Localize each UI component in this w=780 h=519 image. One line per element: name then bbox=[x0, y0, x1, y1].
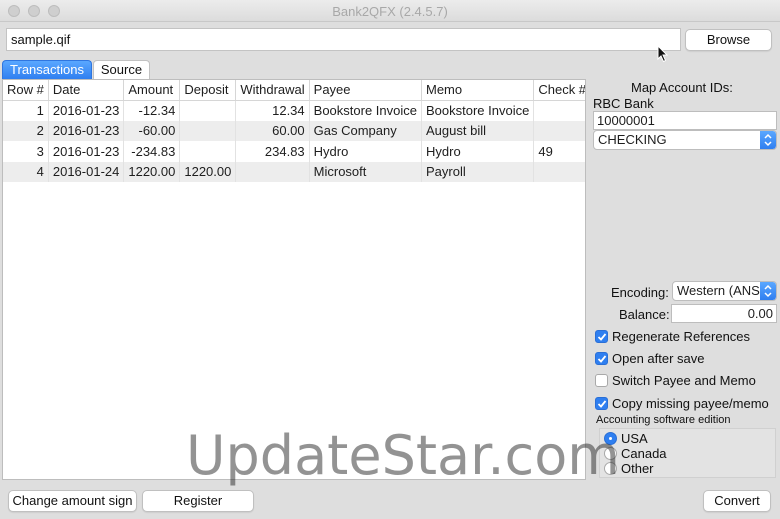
col-header-row-num[interactable]: Row # bbox=[3, 80, 49, 101]
encoding-select[interactable]: Western (ANSI) bbox=[672, 281, 777, 301]
open-after-save-label: Open after save bbox=[612, 351, 705, 366]
encoding-value: Western (ANSI) bbox=[677, 283, 768, 298]
cell-row-num: 4 bbox=[3, 161, 49, 182]
cell-amount: 1220.00 bbox=[123, 161, 181, 182]
cell-memo: Payroll bbox=[421, 161, 535, 182]
cell-memo: Hydro bbox=[421, 141, 535, 162]
edition-usa-label: USA bbox=[621, 431, 648, 446]
account-type-value: CHECKING bbox=[598, 132, 667, 147]
select-arrows-icon bbox=[760, 131, 776, 149]
edition-other-label: Other bbox=[621, 461, 654, 476]
regenerate-references-checkbox[interactable] bbox=[595, 330, 608, 343]
title-bar: Bank2QFX (2.4.5.7) bbox=[0, 0, 780, 22]
balance-input[interactable]: 0.00 bbox=[671, 304, 777, 323]
table-header-row: Row # Date Amount Deposit Withdrawal Pay… bbox=[3, 80, 585, 101]
cell-date: 2016-01-23 bbox=[48, 120, 125, 141]
cell-memo: August bill bbox=[421, 120, 535, 141]
cell-date: 2016-01-23 bbox=[48, 100, 125, 121]
cell-withdrawal: 12.34 bbox=[235, 100, 310, 121]
cell-deposit bbox=[179, 141, 237, 162]
cell-deposit bbox=[179, 120, 237, 141]
table-row[interactable]: 1 2016-01-23 -12.34 12.34 Bookstore Invo… bbox=[3, 100, 585, 121]
tab-source[interactable]: Source bbox=[93, 60, 150, 79]
cell-check: 49 bbox=[533, 141, 585, 162]
col-header-deposit[interactable]: Deposit bbox=[179, 80, 237, 101]
table-row[interactable]: 2 2016-01-23 -60.00 60.00 Gas Company Au… bbox=[3, 120, 585, 141]
cell-memo: Bookstore Invoice bbox=[421, 100, 535, 121]
cell-withdrawal: 60.00 bbox=[235, 120, 310, 141]
cell-withdrawal: 234.83 bbox=[235, 141, 310, 162]
change-amount-sign-button[interactable]: Change amount sign bbox=[8, 490, 137, 512]
cell-row-num: 1 bbox=[3, 100, 49, 121]
table-row[interactable]: 4 2016-01-24 1220.00 1220.00 Microsoft P… bbox=[3, 161, 585, 182]
account-type-select[interactable]: CHECKING bbox=[593, 130, 777, 150]
cell-payee: Hydro bbox=[309, 141, 423, 162]
browse-button[interactable]: Browse bbox=[685, 29, 772, 51]
switch-payee-memo-checkbox[interactable] bbox=[595, 374, 608, 387]
convert-button[interactable]: Convert bbox=[703, 490, 771, 512]
cell-amount: -12.34 bbox=[123, 100, 181, 121]
window-title: Bank2QFX (2.4.5.7) bbox=[332, 4, 448, 19]
col-header-payee[interactable]: Payee bbox=[309, 80, 423, 101]
cell-check bbox=[533, 120, 585, 141]
cell-row-num: 3 bbox=[3, 141, 49, 162]
cell-deposit bbox=[179, 100, 237, 121]
copy-missing-payee-checkbox[interactable] bbox=[595, 397, 608, 410]
regenerate-references-label: Regenerate References bbox=[612, 329, 751, 344]
cell-payee: Bookstore Invoice bbox=[309, 100, 423, 121]
select-arrows-icon bbox=[760, 282, 776, 300]
account-id-input[interactable]: 10000001 bbox=[593, 111, 777, 130]
col-header-memo[interactable]: Memo bbox=[421, 80, 535, 101]
cell-withdrawal bbox=[235, 161, 310, 182]
open-after-save-checkbox[interactable] bbox=[595, 352, 608, 365]
cell-deposit: 1220.00 bbox=[179, 161, 237, 182]
col-header-amount[interactable]: Amount bbox=[123, 80, 181, 101]
edition-canada-label: Canada bbox=[621, 446, 667, 461]
col-header-date[interactable]: Date bbox=[48, 80, 125, 101]
cell-amount: -234.83 bbox=[123, 141, 181, 162]
bank-name-label: RBC Bank bbox=[593, 96, 654, 111]
copy-missing-payee-label: Copy missing payee/memo bbox=[612, 396, 769, 411]
cell-payee: Gas Company bbox=[309, 120, 423, 141]
file-path-input[interactable] bbox=[6, 28, 681, 51]
transactions-table[interactable]: Row # Date Amount Deposit Withdrawal Pay… bbox=[2, 79, 586, 480]
cell-check bbox=[533, 161, 585, 182]
balance-label: Balance: bbox=[619, 307, 670, 322]
tab-transactions[interactable]: Transactions bbox=[2, 60, 92, 79]
register-button[interactable]: Register bbox=[142, 490, 254, 512]
table-row[interactable]: 3 2016-01-23 -234.83 234.83 Hydro Hydro … bbox=[3, 141, 585, 162]
cell-check bbox=[533, 100, 585, 121]
mouse-pointer-icon bbox=[657, 45, 669, 63]
cell-row-num: 2 bbox=[3, 120, 49, 141]
cell-amount: -60.00 bbox=[123, 120, 181, 141]
cell-date: 2016-01-23 bbox=[48, 141, 125, 162]
encoding-label: Encoding: bbox=[611, 285, 669, 300]
cell-payee: Microsoft bbox=[309, 161, 423, 182]
cell-date: 2016-01-24 bbox=[48, 161, 125, 182]
col-header-withdrawal[interactable]: Withdrawal bbox=[235, 80, 310, 101]
col-header-check[interactable]: Check # bbox=[533, 80, 585, 101]
map-account-ids-label: Map Account IDs: bbox=[631, 80, 733, 95]
updatestar-watermark: UpdateStar.com bbox=[186, 424, 620, 487]
switch-payee-memo-label: Switch Payee and Memo bbox=[612, 373, 756, 388]
